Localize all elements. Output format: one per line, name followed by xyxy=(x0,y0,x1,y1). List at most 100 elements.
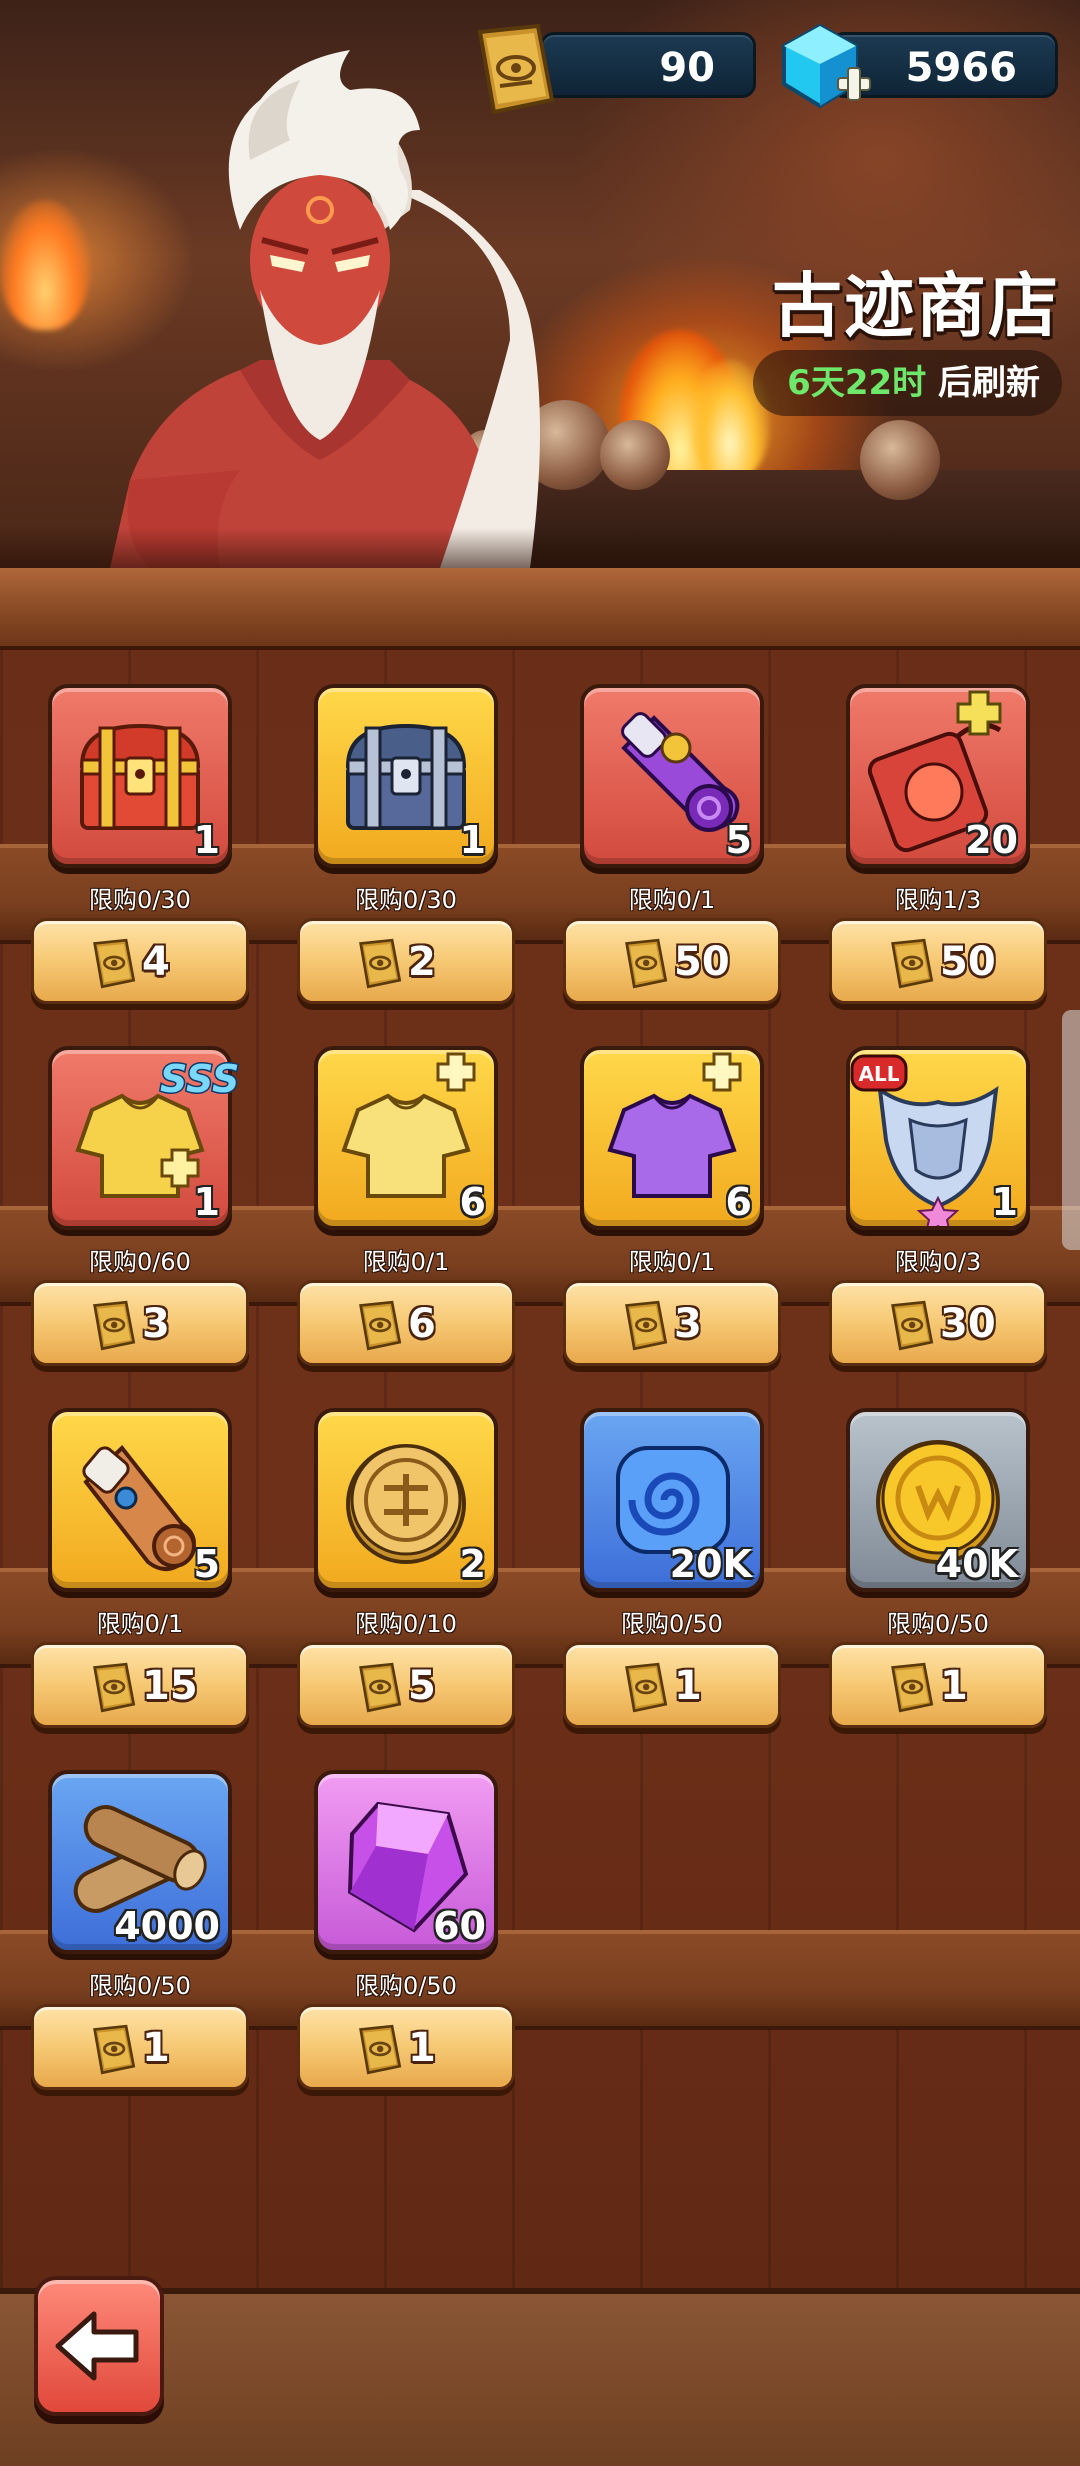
buy-button[interactable]: 3 xyxy=(31,1280,249,1366)
purchase-limit: 限购0/3 xyxy=(894,1248,982,1276)
ancient-ticket-icon xyxy=(93,2024,136,2075)
buy-button[interactable]: 15 xyxy=(31,1642,249,1728)
ticket-counter[interactable]: 90 xyxy=(540,32,756,98)
ancient-ticket-icon xyxy=(93,938,136,989)
refresh-time: 6天22时 xyxy=(787,363,927,403)
item-tile-sss-gold-armor-shard[interactable]: SSS 1 xyxy=(48,1046,241,1230)
purchase-limit: 限购0/50 xyxy=(887,1610,989,1638)
price: 2 xyxy=(408,939,436,985)
item-qty: 6 xyxy=(459,1180,486,1224)
ancient-ticket-icon xyxy=(891,1300,934,1351)
item-tile-all-silver-armor[interactable]: ALL 1 xyxy=(846,1046,1030,1230)
purchase-limit: 限购0/50 xyxy=(89,1972,191,2000)
ancient-ticket-icon xyxy=(625,938,668,989)
item-tile-blue-treasure-chest[interactable]: 1 xyxy=(314,684,498,868)
blue-gem-add-icon[interactable] xyxy=(776,20,876,120)
refresh-suffix: 后刷新 xyxy=(926,363,1040,403)
price: 3 xyxy=(142,1301,170,1347)
all-badge-text: ALL xyxy=(859,1062,900,1086)
price: 5 xyxy=(408,1663,436,1709)
ticket-count: 90 xyxy=(659,45,715,91)
item-qty: 4000 xyxy=(114,1904,220,1948)
price: 50 xyxy=(940,939,996,985)
buy-button[interactable]: 2 xyxy=(297,918,515,1004)
item-tile-orange-scroll[interactable]: 5 xyxy=(48,1408,232,1592)
sss-rank-badge: SSS xyxy=(159,1056,241,1103)
price: 1 xyxy=(142,2025,170,2071)
buy-button[interactable]: 1 xyxy=(297,2004,515,2090)
item-qty: 40K xyxy=(935,1542,1018,1586)
item-qty: 2 xyxy=(459,1542,486,1586)
price: 1 xyxy=(940,1663,968,1709)
price: 50 xyxy=(674,939,730,985)
ancient-ticket-icon xyxy=(477,23,555,115)
item-tile-gold-armor-shard[interactable]: 6 xyxy=(314,1046,498,1230)
item-qty: 5 xyxy=(193,1542,220,1586)
item-tile-purple-armor-shard[interactable]: 6 xyxy=(580,1046,764,1230)
item-qty: 5 xyxy=(725,818,752,862)
ancient-ticket-icon xyxy=(359,1662,402,1713)
side-scroll-handle[interactable] xyxy=(1062,1010,1080,1250)
item-tile-wood-logs[interactable]: 4000 xyxy=(48,1770,232,1954)
ancient-ticket-icon xyxy=(891,938,934,989)
item-qty: 20K xyxy=(669,1542,752,1586)
buy-button[interactable]: 30 xyxy=(829,1280,1047,1366)
price: 1 xyxy=(408,2025,436,2071)
buy-button[interactable]: 1 xyxy=(31,2004,249,2090)
item-qty: 60 xyxy=(433,1904,486,1948)
purchase-limit: 限购0/30 xyxy=(355,886,457,914)
price: 15 xyxy=(142,1663,198,1709)
item-tile-blue-swirl-stone[interactable]: 20K xyxy=(580,1408,764,1592)
ancient-ticket-icon xyxy=(93,1662,136,1713)
buy-button[interactable]: 1 xyxy=(563,1642,781,1728)
purchase-limit: 限购0/50 xyxy=(355,1972,457,2000)
buy-button[interactable]: 3 xyxy=(563,1280,781,1366)
sss-badge-text: SSS xyxy=(160,1057,239,1101)
shelf-top-rail xyxy=(0,568,1080,650)
ancient-ticket-icon xyxy=(93,1300,136,1351)
item-tile-purple-scroll[interactable]: 5 xyxy=(580,684,764,868)
purchase-limit: 限购0/60 xyxy=(89,1248,191,1276)
buy-button[interactable]: 50 xyxy=(563,918,781,1004)
item-qty: 1 xyxy=(193,1180,220,1224)
purchase-limit: 限购0/50 xyxy=(621,1610,723,1638)
shop-title: 古迹商店 xyxy=(772,265,1060,347)
buy-button[interactable]: 6 xyxy=(297,1280,515,1366)
purchase-limit: 限购0/1 xyxy=(628,1248,716,1276)
back-arrow-icon xyxy=(55,2311,139,2381)
item-tile-red-potion-shard[interactable]: 20 xyxy=(846,684,1030,868)
price: 1 xyxy=(674,1663,702,1709)
item-tile-gold-coin-token[interactable]: 2 xyxy=(314,1408,498,1592)
item-tile-purple-crystal[interactable]: 60 xyxy=(314,1770,498,1954)
purchase-limit: 限购0/10 xyxy=(355,1610,457,1638)
item-tile-gold-coin[interactable]: 40K xyxy=(846,1408,1030,1592)
item-qty: 20 xyxy=(965,818,1018,862)
price: 4 xyxy=(142,939,170,985)
ancient-ticket-icon xyxy=(359,1300,402,1351)
back-button[interactable] xyxy=(34,2276,164,2416)
ancient-ticket-icon xyxy=(891,1662,934,1713)
price: 30 xyxy=(940,1301,996,1347)
buy-button[interactable]: 1 xyxy=(829,1642,1047,1728)
purchase-limit: 限购0/1 xyxy=(362,1248,450,1276)
buy-button[interactable]: 50 xyxy=(829,918,1047,1004)
refresh-timer: 6天22时 后刷新 xyxy=(753,350,1062,416)
purchase-limit: 限购0/1 xyxy=(628,886,716,914)
buy-button[interactable]: 4 xyxy=(31,918,249,1004)
gem-count: 5966 xyxy=(905,45,1017,91)
item-qty: 1 xyxy=(991,1180,1018,1224)
item-tile-red-treasure-chest[interactable]: 1 xyxy=(48,684,232,868)
purchase-limit: 限购0/30 xyxy=(89,886,191,914)
price: 6 xyxy=(408,1301,436,1347)
ancient-ticket-icon xyxy=(625,1662,668,1713)
shopkeeper-character xyxy=(110,50,540,568)
all-badge: ALL xyxy=(850,1054,908,1092)
buy-button[interactable]: 5 xyxy=(297,1642,515,1728)
ancient-ticket-icon xyxy=(359,2024,402,2075)
item-qty: 1 xyxy=(193,818,220,862)
ancient-ticket-icon xyxy=(359,938,402,989)
ancient-ticket-icon xyxy=(625,1300,668,1351)
shop-banner: 90 5966 古迹商店 6天22时 后刷新 xyxy=(0,0,1080,568)
item-qty: 1 xyxy=(459,818,486,862)
price: 3 xyxy=(674,1301,702,1347)
